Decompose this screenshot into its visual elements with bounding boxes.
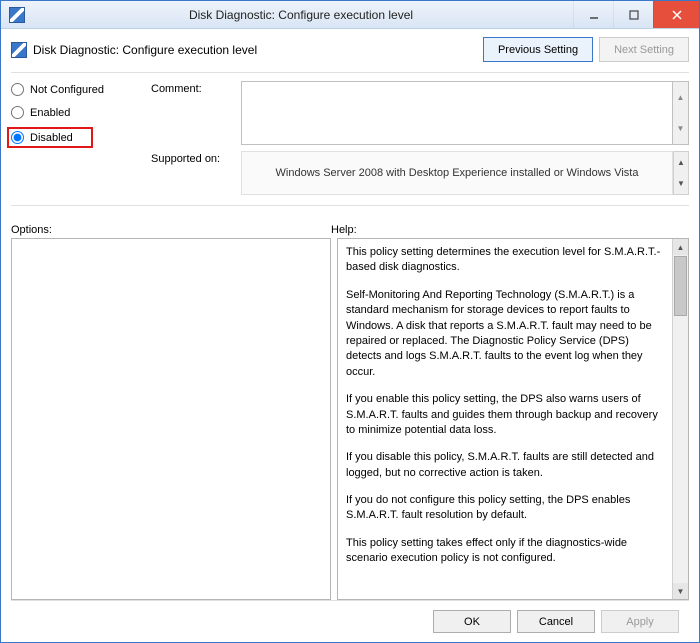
scroll-track[interactable] (673, 317, 688, 583)
radio-enabled-input[interactable] (11, 106, 24, 119)
help-paragraph: If you disable this policy, S.M.A.R.T. f… (346, 450, 664, 481)
scroll-up-icon[interactable]: ▲ (673, 239, 688, 255)
titlebar[interactable]: Disk Diagnostic: Configure execution lev… (1, 1, 699, 29)
radio-disabled[interactable]: Disabled (7, 127, 93, 148)
help-pane: This policy setting determines the execu… (337, 238, 689, 600)
radio-enabled-label: Enabled (30, 107, 70, 119)
help-paragraph: This policy setting takes effect only if… (346, 536, 664, 567)
radio-not-configured-input[interactable] (11, 83, 24, 96)
maximize-button[interactable] (613, 1, 653, 28)
separator-2 (11, 205, 689, 206)
options-label: Options: (11, 224, 331, 236)
help-paragraph: If you do not configure this policy sett… (346, 493, 664, 524)
help-paragraph: This policy setting determines the execu… (346, 245, 664, 276)
window-title: Disk Diagnostic: Configure execution lev… (29, 8, 573, 22)
close-button[interactable] (653, 1, 699, 28)
previous-setting-button[interactable]: Previous Setting (483, 37, 593, 62)
minimize-button[interactable] (573, 1, 613, 28)
apply-button: Apply (601, 610, 679, 633)
policy-dialog: Disk Diagnostic: Configure execution lev… (0, 0, 700, 643)
supported-on-value: Windows Server 2008 with Desktop Experie… (241, 151, 673, 195)
dialog-footer: OK Cancel Apply (11, 600, 689, 642)
supported-label: Supported on: (151, 151, 241, 195)
separator (11, 72, 689, 73)
radio-disabled-label: Disabled (30, 132, 73, 144)
supported-scrollbar[interactable]: ▲▼ (673, 151, 689, 195)
state-radio-group: Not Configured Enabled Disabled (11, 81, 151, 201)
scroll-down-icon[interactable]: ▼ (673, 583, 688, 599)
radio-enabled[interactable]: Enabled (11, 106, 151, 119)
comment-input[interactable] (241, 81, 673, 145)
help-label: Help: (331, 224, 357, 236)
comment-label: Comment: (151, 81, 241, 145)
next-setting-button: Next Setting (599, 37, 689, 62)
scroll-thumb[interactable] (674, 256, 687, 316)
radio-not-configured[interactable]: Not Configured (11, 83, 151, 96)
help-text: This policy setting determines the execu… (338, 239, 672, 599)
help-paragraph: If you enable this policy setting, the D… (346, 392, 664, 438)
radio-not-configured-label: Not Configured (30, 84, 104, 96)
help-paragraph: Self-Monitoring And Reporting Technology… (346, 288, 664, 380)
page-title: Disk Diagnostic: Configure execution lev… (33, 43, 257, 57)
policy-icon (11, 42, 27, 58)
help-scrollbar[interactable]: ▲ ▼ (672, 239, 688, 599)
radio-disabled-input[interactable] (11, 131, 24, 144)
cancel-button[interactable]: Cancel (517, 610, 595, 633)
comment-scrollbar[interactable]: ▲▼ (673, 81, 689, 145)
ok-button[interactable]: OK (433, 610, 511, 633)
app-icon (9, 7, 25, 23)
options-pane (11, 238, 331, 600)
